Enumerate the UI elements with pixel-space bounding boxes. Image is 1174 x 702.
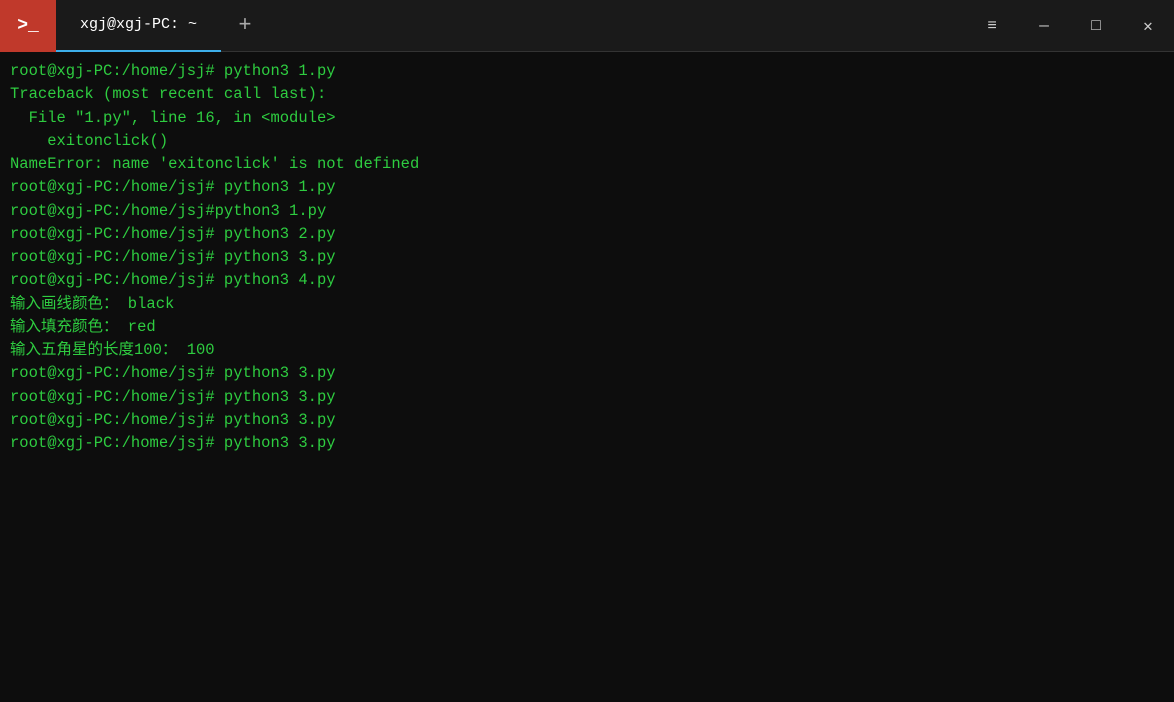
terminal-line: File "1.py", line 16, in <module> <box>10 107 1164 130</box>
close-icon: ✕ <box>1143 16 1153 36</box>
terminal-line: root@xgj-PC:/home/jsj# python3 3.py <box>10 362 1164 385</box>
close-button[interactable]: ✕ <box>1122 0 1174 52</box>
new-tab-button[interactable]: + <box>221 0 269 52</box>
maximize-icon: □ <box>1091 17 1101 35</box>
terminal-line: root@xgj-PC:/home/jsj# python3 3.py <box>10 246 1164 269</box>
terminal-line: root@xgj-PC:/home/jsj# python3 3.py <box>10 386 1164 409</box>
titlebar-left: >_ xgj@xgj-PC: ~ + <box>0 0 269 51</box>
terminal-line: NameError: name 'exitonclick' is not def… <box>10 153 1164 176</box>
terminal-line: root@xgj-PC:/home/jsj# python3 3.py <box>10 409 1164 432</box>
titlebar: >_ xgj@xgj-PC: ~ + ≡ — □ ✕ <box>0 0 1174 52</box>
terminal-line: root@xgj-PC:/home/jsj# python3 2.py <box>10 223 1164 246</box>
menu-icon: ≡ <box>987 17 997 35</box>
terminal-line: 输入五角星的长度100： 100 <box>10 339 1164 362</box>
terminal-line: root@xgj-PC:/home/jsj#python3 1.py <box>10 200 1164 223</box>
plus-icon: + <box>238 13 251 38</box>
terminal-line: root@xgj-PC:/home/jsj# python3 3.py <box>10 432 1164 455</box>
minimize-icon: — <box>1039 17 1049 35</box>
window-controls: ≡ — □ ✕ <box>966 0 1174 52</box>
maximize-button[interactable]: □ <box>1070 0 1122 52</box>
menu-button[interactable]: ≡ <box>966 0 1018 52</box>
minimize-button[interactable]: — <box>1018 0 1070 52</box>
terminal-line: Traceback (most recent call last): <box>10 83 1164 106</box>
terminal-icon-label: >_ <box>17 16 39 36</box>
active-tab[interactable]: xgj@xgj-PC: ~ <box>56 0 221 52</box>
terminal-line: 输入画线颜色： black <box>10 293 1164 316</box>
terminal-line: 输入填充颜色： red <box>10 316 1164 339</box>
terminal-line: exitonclick() <box>10 130 1164 153</box>
terminal-icon: >_ <box>0 0 56 52</box>
terminal-line: root@xgj-PC:/home/jsj# python3 4.py <box>10 269 1164 292</box>
tab-label: xgj@xgj-PC: ~ <box>80 16 197 33</box>
terminal-line: root@xgj-PC:/home/jsj# python3 1.py <box>10 60 1164 83</box>
terminal-body: root@xgj-PC:/home/jsj# python3 1.pyTrace… <box>0 52 1174 702</box>
terminal-line: root@xgj-PC:/home/jsj# python3 1.py <box>10 176 1164 199</box>
terminal-output[interactable]: root@xgj-PC:/home/jsj# python3 1.pyTrace… <box>0 52 1174 702</box>
